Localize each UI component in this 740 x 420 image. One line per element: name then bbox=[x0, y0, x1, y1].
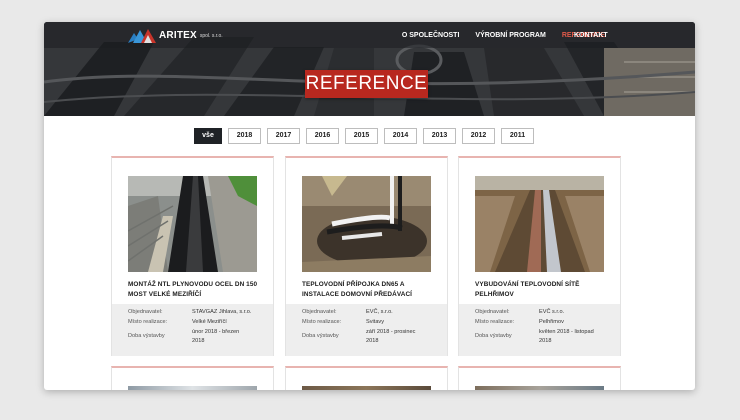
meta-location-label: Místo realizace: bbox=[302, 319, 342, 325]
meta-client-value: EVČ, s.r.o. bbox=[366, 309, 393, 315]
reference-meta: Objednavatel: EVČ s.r.o. Místo realizace… bbox=[459, 304, 620, 356]
filter-2013[interactable]: 2013 bbox=[423, 128, 456, 144]
reference-photo[interactable] bbox=[128, 386, 257, 390]
meta-duration-label: Doba výstavby bbox=[128, 333, 165, 339]
reference-card[interactable]: TEPLOVODNÍ PŘÍPOJKA DN65 A INSTALACE DOM… bbox=[285, 156, 448, 356]
reference-meta: Objednavatel: EVČ, s.r.o. Místo realizac… bbox=[286, 304, 447, 356]
reference-photo[interactable] bbox=[475, 386, 604, 390]
reference-card[interactable] bbox=[458, 366, 621, 390]
meta-location-value: Svitavy bbox=[366, 319, 385, 325]
filter-2017[interactable]: 2017 bbox=[267, 128, 300, 144]
meta-client-label: Objednavatel: bbox=[128, 309, 163, 315]
meta-client-label: Objednavatel: bbox=[475, 309, 510, 315]
page-title: REFERENCE bbox=[305, 70, 428, 98]
meta-duration-value-1: květen 2018 - listopad bbox=[539, 329, 594, 335]
filter-2012[interactable]: 2012 bbox=[462, 128, 495, 144]
reference-photo[interactable] bbox=[302, 176, 431, 272]
hero-banner: ARITEX spol. s.r.o. O SPOLEČNOSTI VÝROBN… bbox=[44, 22, 695, 116]
reference-card[interactable]: MONTÁŽ NTL PLYNOVODU OCEL DN 150 MOST VE… bbox=[111, 156, 274, 356]
main-nav: O SPOLEČNOSTI VÝROBNÍ PROGRAM REFERENCE bbox=[386, 22, 605, 48]
year-filter-bar: vše 2018 2017 2016 2015 2014 2013 2012 2… bbox=[194, 128, 540, 144]
reference-card[interactable]: VYBUDOVÁNÍ TEPLOVODNÍ SÍTĚ PELHŘIMOV Obj… bbox=[458, 156, 621, 356]
nav-item-kontakt[interactable]: KONTAKT bbox=[574, 32, 608, 39]
meta-location-value: Pelhřimov bbox=[539, 319, 564, 325]
reference-card[interactable] bbox=[111, 366, 274, 390]
nav-item-vyrobni-program[interactable]: VÝROBNÍ PROGRAM bbox=[475, 32, 545, 39]
meta-duration-value-2: 2018 bbox=[192, 338, 205, 344]
aritex-logo-mark-icon bbox=[128, 29, 156, 43]
filter-2016[interactable]: 2016 bbox=[306, 128, 339, 144]
filter-all[interactable]: vše bbox=[194, 128, 222, 144]
filter-2014[interactable]: 2014 bbox=[384, 128, 417, 144]
reference-card[interactable] bbox=[285, 366, 448, 390]
reference-photo[interactable] bbox=[302, 386, 431, 390]
browser-window: ARITEX spol. s.r.o. O SPOLEČNOSTI VÝROBN… bbox=[44, 22, 695, 390]
nav-item-o-spolecnosti[interactable]: O SPOLEČNOSTI bbox=[402, 32, 460, 39]
meta-client-label: Objednavatel: bbox=[302, 309, 337, 315]
filter-2015[interactable]: 2015 bbox=[345, 128, 378, 144]
meta-duration-label: Doba výstavby bbox=[302, 333, 339, 339]
logo[interactable]: ARITEX spol. s.r.o. bbox=[128, 26, 223, 44]
meta-duration-value-1: září 2018 - prosinec bbox=[366, 329, 416, 335]
top-navigation-bar: ARITEX spol. s.r.o. O SPOLEČNOSTI VÝROBN… bbox=[44, 22, 695, 48]
reference-photo[interactable] bbox=[128, 176, 257, 272]
meta-location-value: Velké Meziříčí bbox=[192, 319, 227, 325]
meta-location-label: Místo realizace: bbox=[475, 319, 515, 325]
pipeline-bridge-photo bbox=[128, 176, 257, 272]
meta-client-value: STAVGAZ Jihlava, s.r.o. bbox=[192, 309, 252, 315]
meta-location-label: Místo realizace: bbox=[128, 319, 168, 325]
pipe-trench-photo bbox=[302, 176, 431, 272]
filter-2018[interactable]: 2018 bbox=[228, 128, 261, 144]
reference-title[interactable]: MONTÁŽ NTL PLYNOVODU OCEL DN 150 MOST VE… bbox=[128, 280, 263, 300]
reference-meta: Objednavatel: STAVGAZ Jihlava, s.r.o. Mí… bbox=[112, 304, 273, 356]
reference-photo[interactable] bbox=[475, 176, 604, 272]
brand-name: ARITEX bbox=[159, 29, 197, 41]
reference-title[interactable]: VYBUDOVÁNÍ TEPLOVODNÍ SÍTĚ PELHŘIMOV bbox=[475, 280, 610, 300]
heating-network-trench-photo bbox=[475, 176, 604, 272]
meta-duration-value-2: 2018 bbox=[539, 338, 552, 344]
reference-title[interactable]: TEPLOVODNÍ PŘÍPOJKA DN65 A INSTALACE DOM… bbox=[302, 280, 437, 300]
nav-kontakt-wrap: KONTAKT bbox=[574, 22, 608, 48]
meta-duration-value-2: 2018 bbox=[366, 338, 379, 344]
brand-suffix: spol. s.r.o. bbox=[199, 33, 223, 39]
meta-client-value: EVČ s.r.o. bbox=[539, 309, 565, 315]
filter-2011[interactable]: 2011 bbox=[501, 128, 534, 144]
meta-duration-label: Doba výstavby bbox=[475, 333, 512, 339]
meta-duration-value-1: únor 2018 - březen bbox=[192, 329, 240, 335]
